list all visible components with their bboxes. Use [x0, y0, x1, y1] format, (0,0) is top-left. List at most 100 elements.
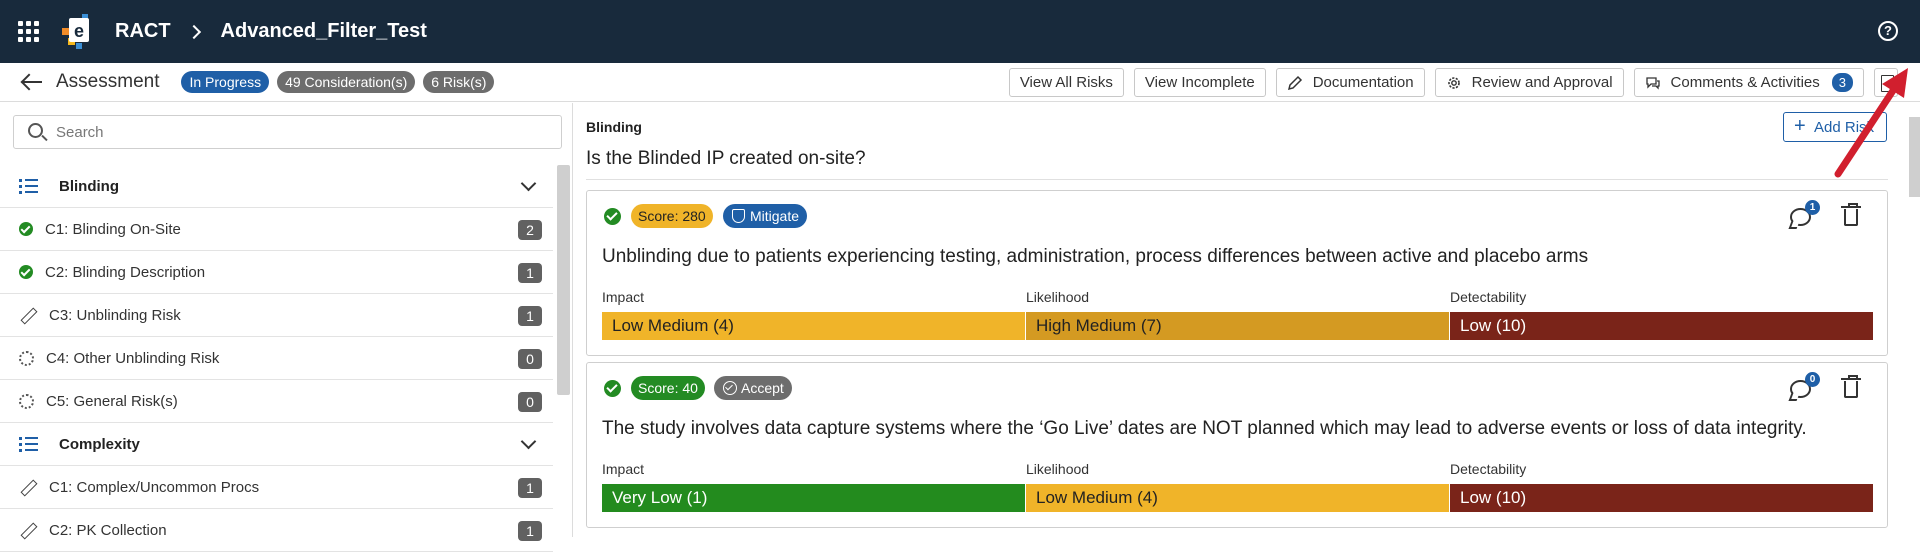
- chevron-right-icon: [186, 24, 201, 39]
- likelihood-label: Likelihood: [1026, 289, 1090, 305]
- documentation-label: Documentation: [1312, 74, 1414, 91]
- dotted-circle-icon: [19, 393, 34, 409]
- trash-icon[interactable]: [1841, 203, 1861, 226]
- item-label: C3: Unblinding Risk: [49, 306, 181, 324]
- shield-icon: [732, 209, 745, 223]
- impact-value-bar[interactable]: Low Medium (4): [602, 312, 1025, 340]
- search-icon: [28, 123, 43, 138]
- risks-badge: 6 Risk(s): [423, 71, 495, 93]
- top-bar: e RACT Advanced_Filter_Test ?: [0, 0, 1920, 63]
- assessment-header: Assessment In Progress 49 Consideration(…: [0, 63, 1920, 102]
- score-badge: Score: 40: [631, 376, 705, 400]
- list-item[interactable]: C3: Unblinding Risk 1: [0, 294, 553, 337]
- impact-value-bar[interactable]: Very Low (1): [602, 484, 1025, 512]
- sidebar-scrollbar[interactable]: [557, 165, 570, 395]
- app-logo[interactable]: e: [62, 13, 92, 50]
- help-icon[interactable]: ?: [1878, 21, 1898, 41]
- complete-check-icon: [19, 265, 33, 279]
- risk-count-badge: 1: [518, 263, 542, 283]
- item-label: C5: General Risk(s): [46, 392, 178, 410]
- search-input[interactable]: [56, 116, 546, 148]
- list-item[interactable]: C2: PK Collection 1: [0, 509, 553, 552]
- gear-icon: [1446, 75, 1462, 91]
- svg-text:e: e: [74, 21, 84, 41]
- chevron-down-icon[interactable]: [520, 175, 537, 192]
- comments-activities-label: Comments & Activities: [1670, 74, 1820, 91]
- action-label: Accept: [741, 380, 784, 396]
- section-complexity[interactable]: Complexity: [0, 423, 553, 466]
- pencil-icon: [19, 306, 37, 324]
- complete-check-icon: [19, 222, 33, 236]
- view-all-risks-button[interactable]: View All Risks: [1008, 68, 1124, 97]
- impact-label: Impact: [602, 289, 645, 305]
- page-title: Assessment: [56, 71, 160, 92]
- breadcrumb-project: Advanced_Filter_Test: [220, 20, 427, 42]
- item-label: C1: Blinding On-Site: [45, 220, 181, 238]
- sidebar: Blinding C1: Blinding On-Site 2 C2: Blin…: [0, 103, 573, 552]
- back-arrow-icon[interactable]: [20, 72, 42, 92]
- list-item[interactable]: C1: Blinding On-Site 2: [0, 208, 553, 251]
- comment-count-badge: 1: [1805, 200, 1820, 215]
- risk-count-badge: 0: [518, 392, 542, 412]
- detectability-value-bar[interactable]: Low (10): [1450, 312, 1873, 340]
- pencil-icon: [19, 478, 37, 496]
- risk-count-badge: 1: [518, 306, 542, 326]
- action-badge: Mitigate: [723, 204, 808, 228]
- pencil-icon: [1287, 75, 1303, 91]
- risk-description: The study involves data capture systems …: [602, 418, 1807, 439]
- view-incomplete-button[interactable]: View Incomplete: [1133, 68, 1266, 97]
- pencil-icon: [19, 521, 37, 539]
- risk-count-badge: 1: [518, 478, 542, 498]
- question-text: Is the Blinded IP created on-site?: [586, 148, 866, 169]
- likelihood-label: Likelihood: [1026, 461, 1090, 477]
- section-label: Complexity: [59, 435, 140, 453]
- item-label: C2: PK Collection: [49, 521, 167, 539]
- list-item[interactable]: C1: Complex/Uncommon Procs 1: [0, 466, 553, 509]
- detectability-value-bar[interactable]: Low (10): [1450, 484, 1873, 512]
- comments-icon: [1645, 75, 1661, 91]
- list-icon: [19, 435, 38, 453]
- chevron-down-icon[interactable]: [520, 433, 537, 450]
- annotation-arrow: [1834, 68, 1908, 178]
- toolbar: View All Risks View Incomplete Documenta…: [1008, 68, 1898, 97]
- list-item[interactable]: C4: Other Unblinding Risk 0: [0, 337, 553, 380]
- documentation-button[interactable]: Documentation: [1275, 68, 1425, 97]
- section-label: Blinding: [59, 177, 119, 195]
- dotted-circle-icon: [19, 350, 34, 366]
- item-label: C1: Complex/Uncommon Procs: [49, 478, 260, 496]
- risk-count-badge: 2: [518, 220, 542, 240]
- risk-count-badge: 0: [518, 349, 542, 369]
- app-grid-icon[interactable]: [16, 20, 40, 44]
- trash-icon[interactable]: [1841, 375, 1861, 398]
- view-all-risks-label: View All Risks: [1019, 74, 1113, 91]
- breadcrumb-app[interactable]: RACT: [115, 20, 171, 43]
- score-badge: Score: 280: [631, 204, 713, 228]
- circle-check-icon: [723, 381, 737, 395]
- main-panel: Blinding Is the Blinded IP created on-si…: [576, 103, 1920, 537]
- review-approval-button[interactable]: Review and Approval: [1434, 68, 1624, 97]
- divider: [586, 179, 1888, 180]
- detectability-label: Detectability: [1450, 461, 1527, 477]
- risk-card: Score: 40 Accept 0 The study involves da…: [586, 362, 1888, 528]
- likelihood-value-bar[interactable]: Low Medium (4): [1026, 484, 1449, 512]
- view-incomplete-label: View Incomplete: [1144, 74, 1255, 91]
- search-box: [13, 115, 562, 149]
- comment-count-badge: 0: [1805, 372, 1820, 387]
- risk-description: Unblinding due to patients experiencing …: [602, 246, 1589, 267]
- complete-check-icon: [604, 208, 621, 225]
- considerations-badge: 49 Consideration(s): [277, 71, 416, 93]
- list-item[interactable]: C5: General Risk(s) 0: [0, 380, 553, 423]
- section-heading: Blinding: [586, 119, 642, 135]
- action-label: Mitigate: [750, 208, 800, 224]
- detectability-label: Detectability: [1450, 289, 1527, 305]
- risk-count-badge: 1: [518, 521, 542, 541]
- review-approval-label: Review and Approval: [1471, 74, 1613, 91]
- consideration-list: Blinding C1: Blinding On-Site 2 C2: Blin…: [0, 165, 553, 552]
- list-icon: [19, 177, 38, 195]
- item-label: C4: Other Unblinding Risk: [46, 349, 220, 367]
- section-blinding[interactable]: Blinding: [0, 165, 553, 208]
- likelihood-value-bar[interactable]: High Medium (7): [1026, 312, 1449, 340]
- list-item[interactable]: C2: Blinding Description 1: [0, 251, 553, 294]
- complete-check-icon: [604, 380, 621, 397]
- status-badge: In Progress: [181, 71, 270, 93]
